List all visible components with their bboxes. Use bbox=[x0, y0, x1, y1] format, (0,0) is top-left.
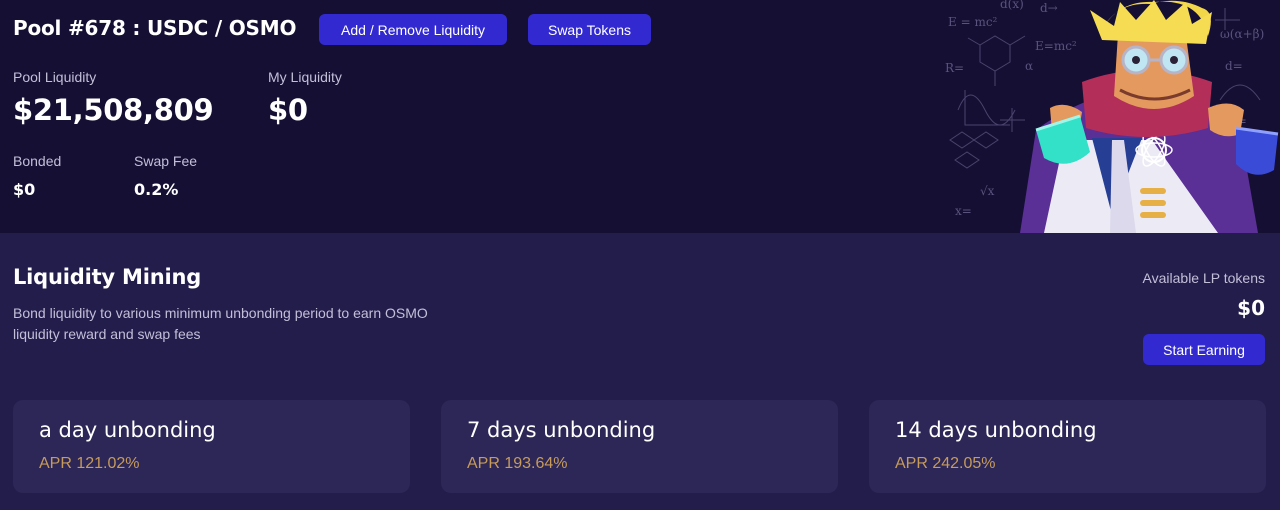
bonded-label: Bonded bbox=[13, 153, 62, 169]
pool-liquidity-label: Pool Liquidity bbox=[13, 69, 97, 85]
svg-text:x=: x= bbox=[955, 204, 972, 218]
svg-text:d=: d= bbox=[1225, 59, 1243, 73]
svg-text:E = mc²: E = mc² bbox=[948, 15, 998, 29]
scientist-mascot-illustration-icon: E = mc² E=mc² R= α d(x) d→ x= √x ω(α+β) … bbox=[945, 0, 1279, 233]
unbonding-card-title: 7 days unbonding bbox=[467, 418, 656, 442]
my-liquidity-label: My Liquidity bbox=[268, 69, 342, 85]
available-lp-tokens-label: Available LP tokens bbox=[1142, 270, 1265, 286]
unbonding-card-apr: APR 242.05% bbox=[895, 455, 996, 472]
swap-fee-value: 0.2% bbox=[134, 180, 179, 199]
swap-tokens-button[interactable]: Swap Tokens bbox=[528, 14, 651, 45]
add-remove-liquidity-button[interactable]: Add / Remove Liquidity bbox=[319, 14, 507, 45]
unbonding-card-7-days: 7 days unbonding APR 193.64% bbox=[441, 400, 838, 493]
liquidity-mining-title: Liquidity Mining bbox=[13, 265, 202, 289]
unbonding-card-title: 14 days unbonding bbox=[895, 418, 1097, 442]
available-lp-tokens-value: $0 bbox=[1237, 296, 1265, 320]
svg-text:d→: d→ bbox=[1040, 1, 1058, 15]
svg-text:√x: √x bbox=[980, 184, 995, 198]
unbonding-card-title: a day unbonding bbox=[39, 418, 216, 442]
svg-text:R=: R= bbox=[945, 61, 964, 75]
pool-liquidity-value: $21,508,809 bbox=[13, 93, 214, 127]
unbonding-card-1-day: a day unbonding APR 121.02% bbox=[13, 400, 410, 493]
liquidity-mining-description: Bond liquidity to various minimum unbond… bbox=[13, 305, 428, 342]
pool-title: Pool #678 : USDC / OSMO bbox=[13, 16, 297, 40]
swap-fee-label: Swap Fee bbox=[134, 153, 198, 169]
svg-text:ω(α+β): ω(α+β) bbox=[1220, 27, 1264, 41]
unbonding-card-apr: APR 193.64% bbox=[467, 455, 568, 472]
bonded-value: $0 bbox=[13, 180, 36, 199]
svg-text:d(x): d(x) bbox=[1000, 0, 1024, 11]
svg-text:E=mc²: E=mc² bbox=[1035, 39, 1077, 53]
pool-header-section: Pool #678 : USDC / OSMO Add / Remove Liq… bbox=[0, 0, 1280, 233]
start-earning-button[interactable]: Start Earning bbox=[1143, 334, 1265, 365]
svg-text:α: α bbox=[1025, 59, 1033, 73]
unbonding-card-14-days: 14 days unbonding APR 242.05% bbox=[869, 400, 1266, 493]
unbonding-card-apr: APR 121.02% bbox=[39, 455, 140, 472]
my-liquidity-value: $0 bbox=[268, 93, 308, 127]
